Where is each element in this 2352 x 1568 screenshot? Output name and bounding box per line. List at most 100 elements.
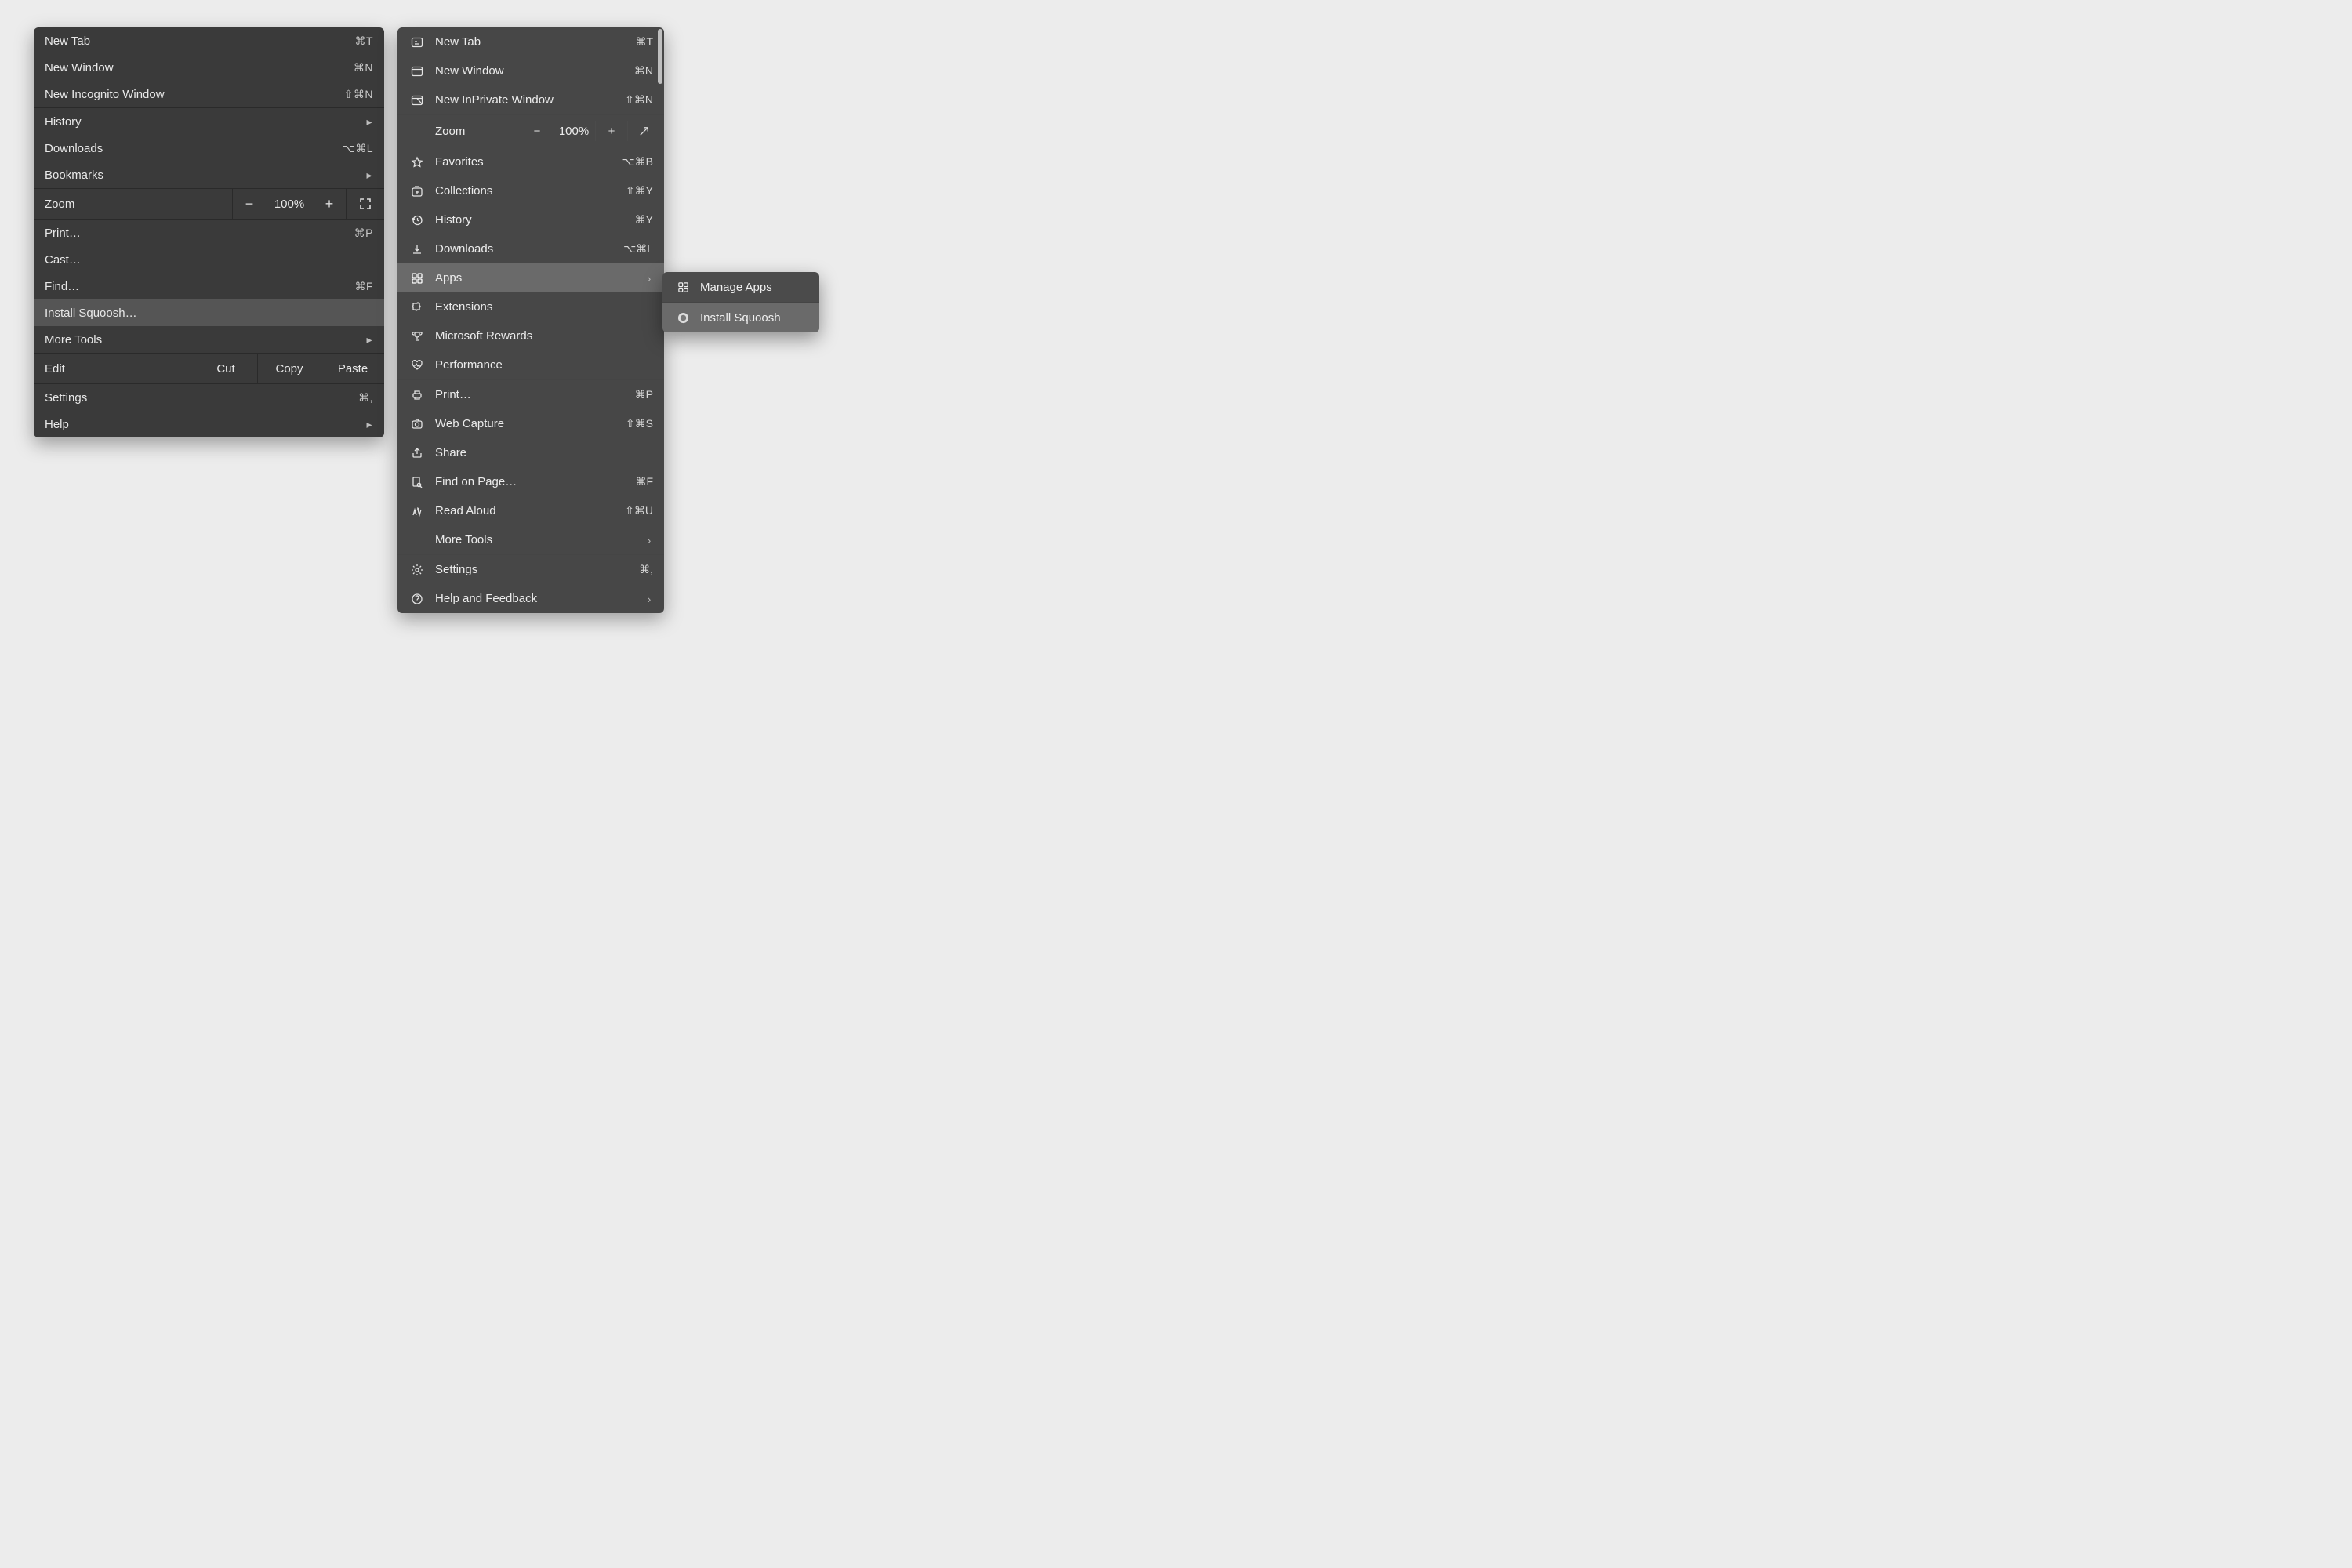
- menu-item-label: Bookmarks: [45, 169, 365, 182]
- menu-item-history[interactable]: History ▸: [34, 108, 384, 135]
- menu-item-label: Extensions: [435, 300, 653, 314]
- menu-item-web-capture[interactable]: Web Capture ⇧⌘S: [397, 409, 664, 438]
- heartbeat-icon: [408, 359, 426, 372]
- menu-item-shortcut: ⇧⌘Y: [626, 184, 653, 198]
- menu-item-shortcut: ⇧⌘N: [344, 88, 373, 101]
- menu-item-shortcut: ⌘N: [354, 61, 373, 74]
- menu-item-shortcut: ⌘N: [634, 64, 653, 78]
- share-icon: [408, 447, 426, 459]
- submenu-item-manage-apps[interactable]: Manage Apps: [662, 272, 819, 302]
- squoosh-app-icon: [675, 312, 691, 324]
- menu-item-label: Favorites: [435, 155, 622, 169]
- submenu-item-label: Install Squoosh: [700, 311, 781, 325]
- menu-item-help-and-feedback[interactable]: Help and Feedback ›: [397, 584, 664, 613]
- trophy-icon: [408, 330, 426, 343]
- zoom-label: Zoom: [435, 125, 521, 138]
- menu-item-label: More Tools: [435, 533, 645, 546]
- cut-button[interactable]: Cut: [194, 354, 257, 383]
- menu-item-favorites[interactable]: Favorites ⌥⌘B: [397, 147, 664, 176]
- menu-item-cast[interactable]: Cast…: [34, 246, 384, 273]
- menu-item-read-aloud[interactable]: Read Aloud ⇧⌘U: [397, 496, 664, 525]
- chevron-right-icon: ▸: [365, 333, 373, 347]
- menu-item-label: Downloads: [435, 242, 623, 256]
- help-icon: [408, 593, 426, 605]
- menu-item-install-squoosh[interactable]: Install Squoosh…: [34, 299, 384, 326]
- menu-item-extensions[interactable]: Extensions: [397, 292, 664, 321]
- menu-item-more-tools[interactable]: More Tools ▸: [34, 326, 384, 353]
- menu-item-shortcut: ⌥⌘L: [623, 242, 653, 256]
- chevron-right-icon: ›: [645, 593, 653, 605]
- menu-item-shortcut: ⌘F: [635, 475, 653, 488]
- zoom-in-button[interactable]: +: [595, 121, 627, 141]
- menu-item-new-window[interactable]: New Window ⌘N: [34, 54, 384, 81]
- menu-item-find-on-page[interactable]: Find on Page… ⌘F: [397, 467, 664, 496]
- fullscreen-button[interactable]: [627, 121, 659, 141]
- menu-item-label: New Window: [45, 61, 354, 74]
- menu-item-shortcut: ⇧⌘U: [625, 504, 653, 517]
- apps-icon: [408, 272, 426, 285]
- menu-item-label: Install Squoosh…: [45, 307, 373, 320]
- new-tab-icon: [408, 36, 426, 49]
- menu-item-downloads[interactable]: Downloads ⌥⌘L: [397, 234, 664, 263]
- zoom-row: Zoom − 100% +: [34, 189, 384, 219]
- menu-item-label: Apps: [435, 271, 645, 285]
- menu-item-new-inprivate-window[interactable]: New InPrivate Window ⇧⌘N: [397, 85, 664, 114]
- menu-item-shortcut: ⌘Y: [635, 213, 653, 227]
- menu-item-label: Performance: [435, 358, 653, 372]
- puzzle-icon: [408, 301, 426, 314]
- menu-item-new-tab[interactable]: New Tab ⌘T: [397, 27, 664, 56]
- menu-item-settings[interactable]: Settings ⌘,: [34, 384, 384, 411]
- edge-overflow-menu: New Tab ⌘T New Window ⌘N New InPrivate W…: [397, 27, 664, 613]
- menu-item-new-tab[interactable]: New Tab ⌘T: [34, 27, 384, 54]
- find-icon: [408, 476, 426, 488]
- menu-item-settings[interactable]: Settings ⌘,: [397, 555, 664, 584]
- apps-submenu: Manage Apps Install Squoosh: [662, 272, 819, 332]
- menu-item-microsoft-rewards[interactable]: Microsoft Rewards: [397, 321, 664, 350]
- zoom-out-button[interactable]: −: [521, 121, 553, 141]
- menu-item-more-tools[interactable]: More Tools ›: [397, 525, 664, 554]
- chevron-right-icon: ▸: [365, 169, 373, 182]
- menu-item-print[interactable]: Print… ⌘P: [397, 380, 664, 409]
- menu-item-new-window[interactable]: New Window ⌘N: [397, 56, 664, 85]
- menu-item-label: New Tab: [435, 35, 635, 49]
- menu-item-shortcut: ⌘,: [358, 391, 373, 405]
- menu-item-label: More Tools: [45, 333, 365, 347]
- menu-item-label: Collections: [435, 184, 626, 198]
- submenu-item-install-squoosh[interactable]: Install Squoosh: [662, 303, 819, 332]
- copy-button[interactable]: Copy: [257, 354, 321, 383]
- zoom-out-button[interactable]: −: [232, 189, 266, 219]
- menu-item-label: Web Capture: [435, 417, 626, 430]
- edit-label: Edit: [34, 354, 194, 383]
- zoom-in-button[interactable]: +: [313, 189, 346, 219]
- menu-item-label: Find…: [45, 280, 354, 293]
- fullscreen-icon: [359, 198, 372, 210]
- chevron-right-icon: ›: [645, 272, 653, 285]
- menu-item-label: Cast…: [45, 253, 373, 267]
- menu-item-performance[interactable]: Performance: [397, 350, 664, 379]
- edit-row: Edit Cut Copy Paste: [34, 354, 384, 383]
- menu-item-new-incognito-window[interactable]: New Incognito Window ⇧⌘N: [34, 81, 384, 107]
- menu-item-label: Help: [45, 418, 365, 431]
- download-icon: [408, 243, 426, 256]
- history-icon: [408, 214, 426, 227]
- menu-item-shortcut: ⌘T: [635, 35, 653, 49]
- menu-item-downloads[interactable]: Downloads ⌥⌘L: [34, 135, 384, 162]
- paste-button[interactable]: Paste: [321, 354, 384, 383]
- menu-item-label: Microsoft Rewards: [435, 329, 653, 343]
- zoom-value: 100%: [266, 198, 313, 211]
- menu-item-share[interactable]: Share: [397, 438, 664, 467]
- menu-item-bookmarks[interactable]: Bookmarks ▸: [34, 162, 384, 188]
- menu-item-shortcut: ⇧⌘S: [626, 417, 653, 430]
- menu-item-find[interactable]: Find… ⌘F: [34, 273, 384, 299]
- menu-item-collections[interactable]: Collections ⇧⌘Y: [397, 176, 664, 205]
- scrollbar-thumb[interactable]: [658, 29, 662, 84]
- fullscreen-button[interactable]: [346, 189, 384, 219]
- menu-item-shortcut: ⌘P: [635, 388, 653, 401]
- zoom-value: 100%: [553, 125, 595, 138]
- menu-item-shortcut: ⌥⌘B: [622, 155, 653, 169]
- menu-item-help[interactable]: Help ▸: [34, 411, 384, 437]
- menu-item-history[interactable]: History ⌘Y: [397, 205, 664, 234]
- printer-icon: [408, 389, 426, 401]
- menu-item-print[interactable]: Print… ⌘P: [34, 220, 384, 246]
- menu-item-apps[interactable]: Apps ›: [397, 263, 664, 292]
